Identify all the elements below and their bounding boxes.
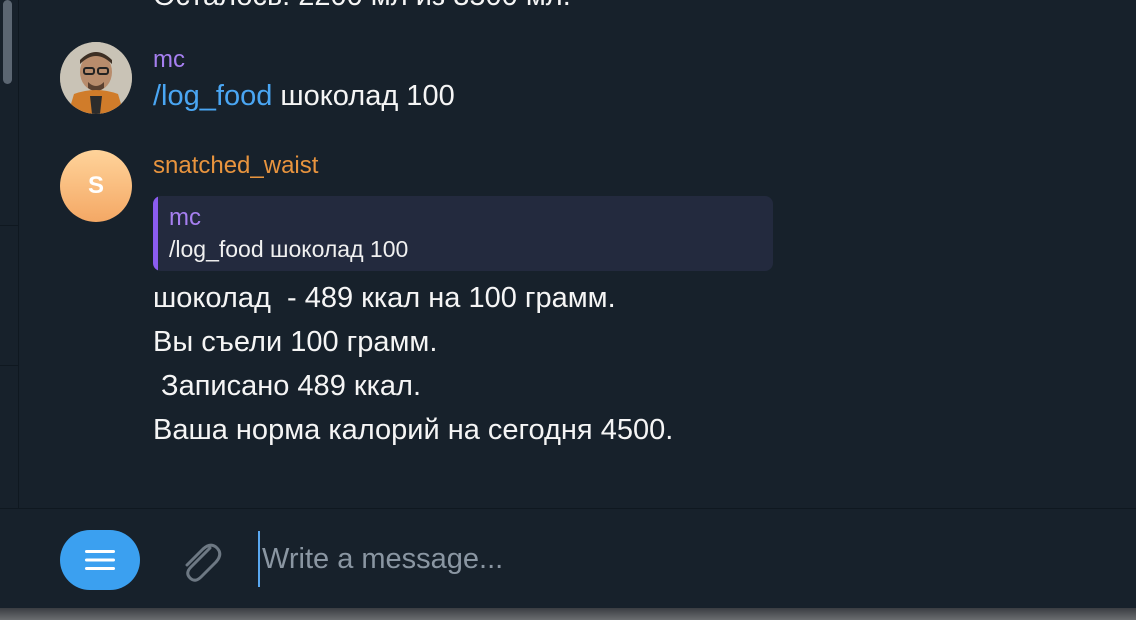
reply-sender-name: mc — [169, 204, 201, 231]
dialog-list-edge — [0, 0, 19, 508]
bot-command-link[interactable]: /log_food — [153, 80, 272, 112]
dialog-list-scrollbar[interactable] — [3, 0, 12, 84]
dialog-divider — [0, 225, 18, 226]
bot-reply-line: шоколад - 489 ккал на 100 грамм. — [153, 282, 616, 314]
bot-reply-text: шоколад - 489 ккал на 100 грамм. Вы съел… — [153, 276, 673, 452]
reply-accent-bar — [153, 196, 158, 271]
paperclip-icon — [185, 543, 222, 582]
avatar-snatched-waist[interactable]: S — [60, 150, 132, 222]
avatar-mc[interactable] — [60, 42, 132, 114]
attach-button[interactable] — [176, 536, 224, 588]
previous-message-text: Осталось: 2200 мл из 3500 мл. — [153, 0, 571, 13]
reply-preview[interactable]: mc /log_food шоколад 100 — [153, 196, 773, 271]
dialog-divider — [0, 365, 18, 366]
bot-reply-line: Вы съели 100 грамм. — [153, 326, 438, 358]
bot-reply-line: Записано 489 ккал. — [153, 370, 421, 402]
window-bottom-edge — [0, 608, 1136, 620]
message-input[interactable] — [258, 531, 1082, 587]
message-composer — [0, 508, 1136, 609]
avatar-photo-image — [60, 42, 132, 114]
telegram-chat-window: Осталось: 2200 мл из 3500 мл. mc /log_fo… — [0, 0, 1136, 620]
reply-quoted-text: /log_food шоколад 100 — [169, 236, 409, 262]
message-text-rest: шоколад 100 — [272, 80, 455, 112]
menu-icon — [85, 550, 115, 570]
bot-menu-button[interactable] — [60, 530, 140, 590]
sender-name[interactable]: snatched_waist — [153, 152, 318, 180]
bot-reply-line: Ваша норма калорий на сегодня 4500. — [153, 414, 674, 446]
message-text: /log_food шоколад 100 — [153, 80, 455, 113]
sender-name[interactable]: mc — [153, 46, 185, 74]
message-history[interactable]: Осталось: 2200 мл из 3500 мл. mc /log_fo… — [20, 0, 1136, 508]
